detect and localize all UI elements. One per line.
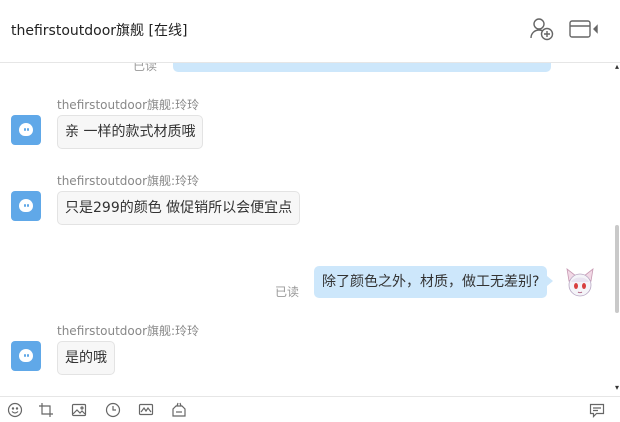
image-icon — [71, 403, 87, 417]
add-contact-button[interactable] — [528, 14, 556, 44]
sender-name: thefirstoutdoor旗舰:玲玲 — [57, 98, 200, 112]
input-toolbar — [0, 396, 620, 421]
message-bubble-in: 只是299的颜色 做促销所以会便宜点 — [57, 191, 301, 225]
emoji-icon — [7, 402, 23, 418]
window-panel-button[interactable] — [568, 14, 602, 44]
emoji-button[interactable] — [7, 402, 23, 418]
coupon-button[interactable] — [171, 402, 187, 418]
chat-title: thefirstoutdoor旗舰 [在线] — [11, 23, 188, 39]
message-icon — [589, 403, 605, 418]
message-bubble-out — [173, 63, 551, 72]
message-bubble-out: 除了颜色之外，材质，做工无差别? — [314, 266, 554, 298]
shop-avatar[interactable] — [11, 341, 41, 371]
chart-icon — [138, 403, 154, 416]
read-status: 已读 — [275, 285, 300, 299]
coupon-icon — [172, 402, 186, 417]
chat-message-list[interactable]: 已读 thefirstoutdoor旗舰:玲玲 亲 一样的款式材质哦 thefi… — [0, 63, 612, 393]
message-bubble-in: 亲 一样的款式材质哦 — [57, 115, 204, 149]
quick-reply-button[interactable] — [589, 402, 605, 418]
scrollbar-thumb[interactable] — [615, 225, 619, 313]
clock-icon — [105, 402, 121, 418]
shop-avatar[interactable] — [11, 115, 41, 145]
screenshot-button[interactable] — [38, 402, 54, 418]
read-status: 已读 — [133, 63, 158, 73]
history-button[interactable] — [105, 402, 121, 418]
message-bubble-in: 是的哦 — [57, 341, 115, 375]
chart-button[interactable] — [138, 402, 154, 418]
image-button[interactable] — [71, 402, 87, 418]
chat-header: thefirstoutdoor旗舰 [在线] — [0, 0, 620, 63]
window-panel-icon — [569, 20, 598, 38]
scroll-up-icon[interactable]: ▴ — [615, 62, 619, 71]
scroll-down-icon[interactable]: ▾ — [615, 383, 619, 392]
sender-name: thefirstoutdoor旗舰:玲玲 — [57, 324, 200, 338]
sender-name: thefirstoutdoor旗舰:玲玲 — [57, 174, 200, 188]
screenshot-crop-icon — [39, 403, 53, 417]
add-contact-icon — [530, 18, 554, 41]
shop-avatar[interactable] — [11, 191, 41, 221]
user-avatar[interactable] — [564, 267, 596, 299]
